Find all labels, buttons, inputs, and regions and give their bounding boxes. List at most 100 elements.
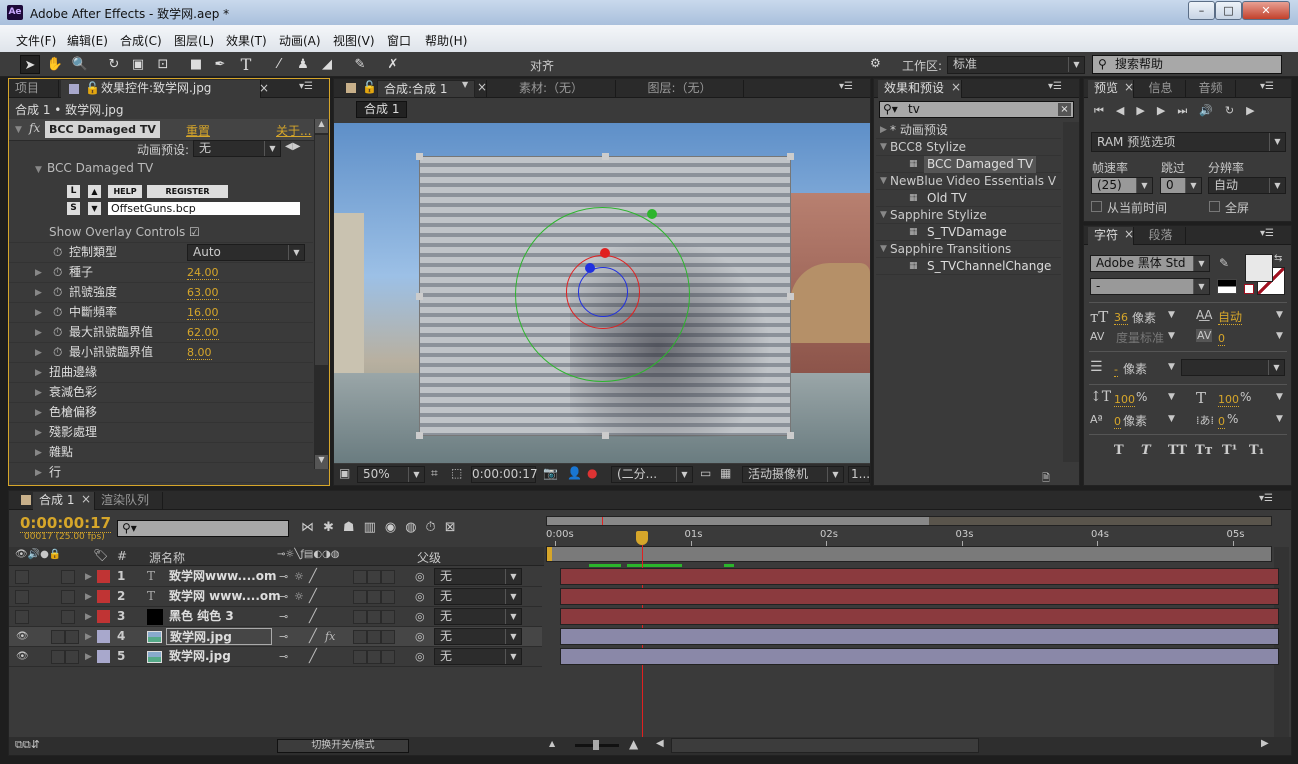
chevron-down-icon[interactable]: ▼ bbox=[1276, 310, 1283, 320]
zoom-tool-icon[interactable]: 🔍 bbox=[70, 55, 90, 74]
pickwhip-icon[interactable]: ◎ bbox=[415, 647, 425, 666]
load-button[interactable]: L bbox=[67, 185, 80, 198]
eraser-tool-icon[interactable]: ◢ bbox=[317, 55, 337, 74]
scroll-right-icon[interactable]: ▶ bbox=[1261, 738, 1269, 749]
layer-row[interactable]: ▶ 1 T 致学网www....om ⊸ ☼ ╱ ◎ 无 ▼ bbox=[9, 567, 542, 587]
effect-category[interactable]: ▶ * 动画预设 bbox=[876, 122, 1061, 139]
zoom-out-icon[interactable]: ▲ bbox=[549, 739, 555, 748]
current-time-display[interactable]: 0:00:00:17 bbox=[20, 514, 112, 533]
menu-composition[interactable]: 合成(C) bbox=[120, 32, 162, 49]
text-style-button[interactable]: TT bbox=[1168, 443, 1187, 458]
no-color-icon[interactable] bbox=[1244, 284, 1254, 294]
overlay-red-handle[interactable] bbox=[600, 248, 610, 258]
layer-switch-toggle[interactable] bbox=[381, 630, 395, 644]
transform-handle[interactable] bbox=[787, 432, 794, 439]
roto-brush-tool-icon[interactable]: ✎ bbox=[350, 55, 370, 74]
expand-triangle-icon[interactable]: ▶ bbox=[85, 608, 92, 627]
expand-triangle-icon[interactable]: ▶ bbox=[35, 364, 42, 383]
tab-info[interactable]: 信息 bbox=[1136, 80, 1186, 98]
tab-composition[interactable]: 合成:合成 1 bbox=[377, 80, 475, 98]
down-arrow-icon[interactable]: ▼ bbox=[88, 202, 101, 215]
time-navigator-range[interactable] bbox=[547, 517, 929, 525]
expand-triangle-icon[interactable]: ▶ bbox=[35, 444, 42, 463]
column-source-name[interactable]: 源名称 bbox=[149, 549, 185, 566]
work-area-bar[interactable] bbox=[546, 546, 1272, 562]
parent-select[interactable]: 无 ▼ bbox=[434, 628, 522, 645]
stopwatch-icon[interactable]: ⏱ bbox=[53, 243, 62, 262]
video-toggle[interactable] bbox=[15, 590, 29, 604]
layer-duration-bar[interactable] bbox=[560, 648, 1279, 665]
save-button[interactable]: S bbox=[67, 202, 80, 215]
param-group-row[interactable]: ▶ 衰減色彩 bbox=[9, 383, 313, 403]
scroll-down-icon[interactable]: ▼ bbox=[315, 455, 328, 469]
last-frame-icon[interactable]: ⏭ bbox=[1177, 104, 1199, 117]
frame-blending-icon[interactable]: ▥ bbox=[364, 520, 385, 535]
views-select[interactable]: 1... bbox=[848, 466, 870, 483]
lock-icon[interactable]: 🔓 bbox=[362, 80, 377, 94]
layer-row[interactable]: 👁 ▶ 4 致学网.jpg ⊸ ╱ fx ◎ 无 ▼ bbox=[9, 627, 542, 647]
horizontal-scale-value[interactable]: 100 bbox=[1218, 393, 1239, 407]
layer-search-input[interactable]: ⚲▾ bbox=[117, 520, 289, 537]
collapse-triangle-icon[interactable]: ▼ bbox=[880, 139, 887, 156]
chevron-down-icon[interactable]: ▼ bbox=[1168, 414, 1175, 424]
camera-tool-icon[interactable]: ▣ bbox=[128, 55, 148, 74]
play-icon[interactable]: ▶ bbox=[1136, 104, 1156, 117]
next-frame-icon[interactable]: ▶ bbox=[1157, 104, 1177, 117]
tab-paragraph[interactable]: 段落 bbox=[1136, 227, 1186, 245]
panel-menu-icon[interactable]: ▾☰ bbox=[1259, 493, 1273, 504]
workspace-select[interactable]: 标准 ▼ bbox=[947, 56, 1085, 74]
layer-name[interactable]: 致学网.jpg bbox=[166, 628, 272, 645]
stroke-style-select[interactable]: ▼ bbox=[1181, 359, 1285, 376]
time-navigator[interactable] bbox=[546, 516, 1272, 526]
close-tab-icon[interactable]: × bbox=[259, 81, 269, 95]
video-toggle[interactable] bbox=[15, 570, 29, 584]
effect-category[interactable]: ▼ BCC8 Stylize bbox=[876, 139, 1061, 156]
ram-preview-options-select[interactable]: RAM 预览选项 ▼ bbox=[1091, 132, 1286, 152]
prev-frame-icon[interactable]: ◀ bbox=[1116, 104, 1136, 117]
default-colors-icon[interactable] bbox=[1217, 279, 1237, 294]
menu-animation[interactable]: 动画(A) bbox=[279, 32, 321, 49]
graph-editor-icon[interactable]: ⊠ bbox=[445, 520, 465, 535]
param-value[interactable]: 62.00 bbox=[187, 326, 219, 340]
chevron-down-icon[interactable]: ▼ bbox=[462, 80, 468, 89]
effect-category[interactable]: ▼ NewBlue Video Essentials V bbox=[876, 173, 1061, 190]
footer-toggle-icons[interactable]: ⧉⧉⇵ bbox=[15, 738, 40, 752]
shy-switch-icon[interactable]: ⊸ bbox=[279, 647, 288, 666]
transform-handle[interactable] bbox=[602, 432, 609, 439]
effect-item[interactable]: ▦ Old TV bbox=[876, 190, 1061, 207]
horizontal-scrollbar[interactable] bbox=[671, 738, 979, 753]
search-help-input[interactable]: ⚲ 搜索帮助 bbox=[1092, 55, 1282, 74]
layer-switch-toggle[interactable] bbox=[353, 650, 367, 664]
layer-switch-toggle[interactable] bbox=[367, 590, 381, 604]
effect-item[interactable]: ▦ S_TVDamage bbox=[876, 224, 1061, 241]
leading-value[interactable]: 自动 bbox=[1218, 311, 1243, 325]
transform-handle[interactable] bbox=[416, 153, 423, 160]
lock-icon[interactable]: 🔓 bbox=[85, 80, 100, 97]
layer-switch-toggle[interactable] bbox=[367, 610, 381, 624]
expand-triangle-icon[interactable]: ▶ bbox=[85, 568, 92, 587]
control-type-select[interactable]: Auto ▼ bbox=[187, 244, 305, 261]
rotate-tool-icon[interactable]: ↻ bbox=[104, 55, 124, 74]
overlay-blue-circle[interactable] bbox=[578, 267, 628, 317]
param-group-row[interactable]: ▶ 扭曲邊緣 bbox=[9, 363, 313, 383]
current-time-indicator-head[interactable] bbox=[636, 531, 648, 545]
overlay-blue-handle[interactable] bbox=[585, 263, 595, 273]
pan-behind-tool-icon[interactable]: ⊡ bbox=[153, 55, 173, 74]
parent-select[interactable]: 无 ▼ bbox=[434, 588, 522, 605]
fast-previews-icon[interactable]: ▭ bbox=[700, 466, 711, 480]
layer-label-color[interactable] bbox=[97, 610, 110, 623]
font-style-select[interactable]: - ▼ bbox=[1090, 278, 1210, 295]
checkerboard-icon[interactable]: ▦ bbox=[720, 466, 731, 480]
layer-row[interactable]: ▶ 2 T 致学网 www....om ⊸ ☼ ╱ ◎ 无 ▼ bbox=[9, 587, 542, 607]
quality-switch-icon[interactable]: ╱ bbox=[309, 567, 317, 586]
preset-file-field[interactable]: OffsetGuns.bcp bbox=[108, 202, 300, 215]
panel-menu-icon[interactable]: ▾☰ bbox=[1048, 81, 1062, 92]
stopwatch-icon[interactable]: ⏱ bbox=[53, 303, 62, 322]
up-arrow-icon[interactable]: ▲ bbox=[88, 185, 101, 198]
lock-toggle[interactable] bbox=[61, 610, 75, 624]
rectangle-tool-icon[interactable]: ■ bbox=[186, 55, 206, 74]
menu-window[interactable]: 窗口 bbox=[387, 32, 411, 49]
text-style-button[interactable]: T₁ bbox=[1249, 443, 1264, 458]
lock-toggle[interactable] bbox=[65, 650, 79, 664]
tab-effects-presets[interactable]: 效果和预设 bbox=[878, 80, 962, 98]
